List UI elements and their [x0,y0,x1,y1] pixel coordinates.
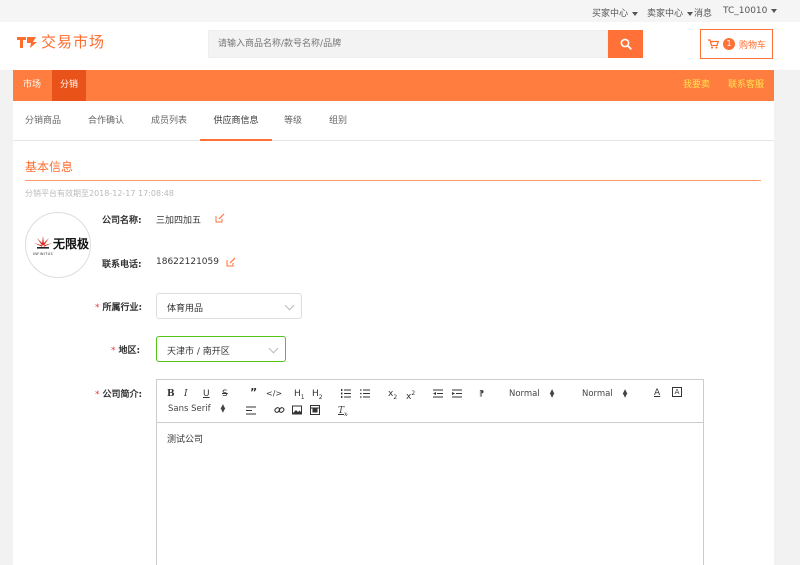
region-label: * 地区: [111,346,141,356]
site-logo[interactable]: 交易市场 [16,31,105,52]
cart-label: 购物车 [739,41,767,51]
section-divider [25,180,761,181]
search-button[interactable] [608,30,643,58]
chevron-down-icon [284,300,295,311]
indent-icon[interactable] [452,389,462,398]
logo-text: 交易市场 [41,33,106,51]
company-name-value: 三加四加五 [156,216,202,226]
company-logo[interactable]: 无限极 INFINITUS [25,212,91,278]
blockquote-icon[interactable]: ” [250,387,257,399]
font-family-select[interactable]: Sans Serif ▲ ▼ [168,402,226,414]
buyer-center-link[interactable]: 买家中心 [592,6,639,19]
intro-label: * 公司简介: [95,390,143,400]
tab-supplier-info[interactable]: 供应商信息 [200,101,272,141]
code-icon[interactable]: </> [266,388,282,400]
main-panel: 分销商品 合作确认 成员列表 供应商信息 等级 组别 基本信息 分销平台有效期至… [13,101,774,565]
user-menu[interactable]: TC_10010 [723,6,778,16]
main-nav: 市场 分销 我要卖 联系客服 [13,70,774,101]
chevron-down-icon [632,11,639,16]
strikethrough-icon[interactable]: S [222,388,228,400]
chevron-down-icon [771,8,778,13]
sub-tabs: 分销商品 合作确认 成员列表 供应商信息 等级 组别 [13,101,774,141]
underline-icon[interactable]: U [203,388,210,400]
link-icon[interactable] [274,405,285,415]
nav-item-distribution[interactable]: 分销 [52,70,87,101]
company-logo-subtext: INFINITUS [33,252,53,256]
company-logo-mark [34,236,52,249]
industry-label: * 所属行业: [95,303,143,313]
editor-toolbar: B I U S ” </> H1 H2 x2 x2 ⁋ Normal ▲ ▼ N… [157,380,703,423]
messages-link[interactable]: 消息 [694,6,712,19]
heading-2-icon[interactable]: H2 [312,388,323,404]
top-utility-bar: 买家中心 卖家中心 消息 TC_10010 [0,0,800,22]
tab-member-list[interactable]: 成员列表 [151,101,187,141]
size-select[interactable]: Normal ▲ ▼ [582,387,628,399]
section-title: 基本信息 [25,160,74,174]
logo-icon [17,36,37,48]
updown-icon: ▲ ▼ [549,387,555,399]
phone-value: 18622121059 [156,257,219,267]
cart-icon [708,39,719,49]
bullet-list-icon[interactable] [360,389,370,398]
search-box [208,30,608,58]
company-name-label: 公司名称: [102,216,142,226]
region-select[interactable]: 天津市 / 南开区 [156,336,286,362]
heading-1-icon[interactable]: H1 [294,388,305,404]
nav-sell-link[interactable]: 我要卖 [683,70,710,101]
italic-icon[interactable]: I [184,388,188,400]
cart-count-badge: 1 [723,38,735,50]
industry-select[interactable]: 体育用品 [156,293,302,319]
chevron-down-icon [687,11,694,16]
editor-content[interactable]: 测试公司 [167,432,203,445]
search-icon [620,38,632,50]
seller-center-link[interactable]: 卖家中心 [647,6,694,19]
font-color-icon[interactable]: A [654,387,660,399]
text-direction-icon[interactable]: ⁋ [479,388,484,400]
image-icon[interactable] [292,405,302,415]
cart-button[interactable]: 1 购物车 [700,29,773,59]
ordered-list-icon[interactable] [341,389,351,398]
align-icon[interactable] [246,406,256,415]
edit-icon[interactable] [215,213,225,223]
tab-level[interactable]: 等级 [284,101,302,141]
tab-group[interactable]: 组别 [329,101,347,141]
validity-text: 分销平台有效期至2018-12-17 17:08:48 [25,189,174,198]
edit-icon[interactable] [226,257,236,267]
video-icon[interactable] [310,405,320,415]
chevron-down-icon [268,343,279,354]
updown-icon: ▲ ▼ [220,402,226,414]
header-select[interactable]: Normal ▲ ▼ [509,387,555,399]
nav-support-link[interactable]: 联系客服 [728,70,764,101]
tab-distribution-goods[interactable]: 分销商品 [25,101,61,141]
tab-cooperation-confirm[interactable]: 合作确认 [88,101,124,141]
subscript-icon[interactable]: x2 [388,388,397,404]
background-color-icon[interactable]: A [672,387,682,397]
rich-text-editor: B I U S ” </> H1 H2 x2 x2 ⁋ Normal ▲ ▼ N… [156,379,704,565]
superscript-icon[interactable]: x2 [406,388,415,403]
bold-icon[interactable]: B [167,388,175,400]
outdent-icon[interactable] [433,389,443,398]
clear-format-icon[interactable]: Tx [338,405,347,421]
nav-item-market[interactable]: 市场 [15,70,49,101]
company-logo-text: 无限极 [53,237,90,251]
updown-icon: ▲ ▼ [622,387,628,399]
page-background-strip [774,70,800,565]
site-header: 交易市场 1 购物车 [0,22,800,70]
search-input[interactable] [209,31,607,57]
phone-label: 联系电话: [102,260,142,270]
